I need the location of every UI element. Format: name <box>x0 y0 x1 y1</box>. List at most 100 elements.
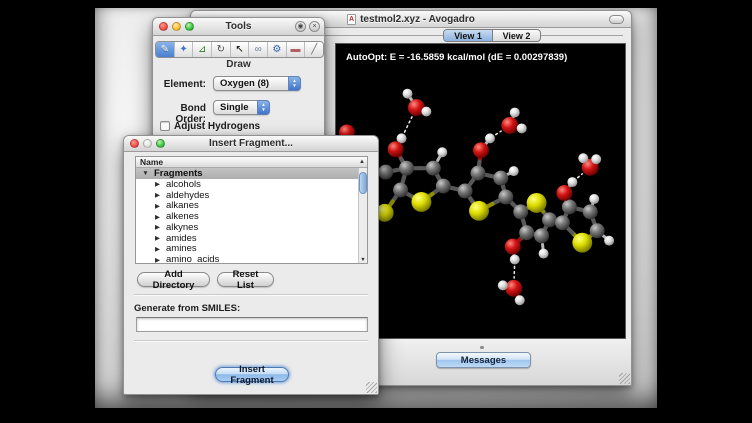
float-button[interactable]: ◉ <box>295 21 306 32</box>
bond-centric-tool[interactable]: ⊿ <box>193 42 212 57</box>
dropdown-stepper-icon: ▲▼ <box>257 100 270 115</box>
toolbar-toggle-button[interactable] <box>609 15 624 24</box>
zoom-light[interactable] <box>156 139 165 148</box>
atom-O <box>505 239 521 255</box>
document-icon: A <box>347 14 356 25</box>
tree-collapsed-icon[interactable]: ▶ <box>153 180 162 188</box>
atom-C <box>399 161 414 176</box>
fragment-tree-item[interactable]: ▶alkynes <box>136 222 358 233</box>
element-dropdown[interactable]: Oxygen (8) ▲▼ <box>213 76 301 91</box>
atom-O <box>556 185 572 201</box>
main-resize-grip[interactable] <box>619 373 630 384</box>
list-header[interactable]: Name ▲ <box>136 157 367 168</box>
minimize-light[interactable] <box>172 22 181 31</box>
auto-optimize-tool[interactable]: ⚙ <box>268 42 287 57</box>
atom-C <box>458 184 473 199</box>
list-scrollbar[interactable]: ▼ <box>358 168 367 263</box>
atom-C <box>555 215 570 230</box>
fragment-resize-grip[interactable] <box>366 382 377 393</box>
fragment-tree-item[interactable]: ▶alkenes <box>136 211 358 222</box>
divider <box>134 340 368 341</box>
close-button[interactable]: × <box>309 21 320 32</box>
messages-button[interactable]: Messages <box>436 352 531 368</box>
atom-H <box>539 249 549 259</box>
atom-C <box>498 190 513 205</box>
add-directory-button[interactable]: Add Directory <box>137 272 210 287</box>
fragment-tree-item[interactable]: ▶amides <box>136 233 358 244</box>
fragment-tree-item[interactable]: ▶alcohols <box>136 179 358 190</box>
align-tool[interactable]: ╱ <box>305 42 323 57</box>
measure-tool-icon: ▬ <box>291 45 301 55</box>
tree-collapsed-icon[interactable]: ▶ <box>153 256 162 264</box>
atom-H <box>517 123 527 133</box>
fragment-tree-item[interactable]: ▶ amino_acids <box>136 254 358 264</box>
tree-collapsed-icon[interactable]: ▶ <box>153 245 162 253</box>
tree-item-label: amines <box>166 243 197 254</box>
draw-tool[interactable]: ✎ <box>156 42 175 57</box>
atom-C <box>436 179 451 194</box>
insert-fragment-button[interactable]: Insert Fragment <box>215 367 289 382</box>
scrollbar-thumb[interactable] <box>359 172 367 194</box>
atom-H <box>510 108 520 118</box>
adjust-hydrogens-checkbox[interactable] <box>160 121 170 131</box>
smiles-input[interactable] <box>136 317 368 332</box>
atom-O <box>501 117 518 134</box>
tab-view-1[interactable]: View 1 <box>444 30 492 41</box>
atom-C <box>519 225 534 240</box>
atom-C <box>493 171 508 186</box>
close-light[interactable] <box>159 22 168 31</box>
fragment-titlebar[interactable]: Insert Fragment... <box>124 136 378 152</box>
tree-collapsed-icon[interactable]: ▶ <box>153 234 162 242</box>
sort-ascending-icon: ▲ <box>359 159 365 165</box>
fragment-tree-item[interactable]: ▶ amines <box>136 244 358 255</box>
manipulate-tool-icon: ∞ <box>255 45 262 55</box>
atom-H <box>591 154 601 164</box>
divider <box>134 294 368 295</box>
atom-C <box>542 212 557 227</box>
smiles-label: Generate from SMILES: <box>134 303 240 314</box>
insert-fragment-window: Insert Fragment... Name ▲ ▼Fragments▶alc… <box>123 135 379 395</box>
atom-H <box>515 295 525 305</box>
fragment-tree-item[interactable]: ▶ alkanes <box>136 200 358 211</box>
auto-rotate-tool[interactable]: ↻ <box>212 42 231 57</box>
element-label: Element: <box>153 79 206 90</box>
navigate-tool[interactable]: ✦ <box>175 42 194 57</box>
atom-H <box>578 153 588 163</box>
tree-collapsed-icon[interactable]: ▶ <box>153 191 162 199</box>
element-dropdown-value: Oxygen (8) <box>220 78 269 89</box>
measure-tool[interactable]: ▬ <box>287 42 306 57</box>
fragment-list: Name ▲ ▼Fragments▶alcohols▶aldehydes▶alk… <box>135 156 368 264</box>
reset-list-button[interactable]: Reset List <box>217 272 274 287</box>
scroll-down-icon[interactable]: ▼ <box>359 257 367 263</box>
atom-S <box>572 233 592 253</box>
tools-window-lights <box>159 18 194 35</box>
dropdown-stepper-icon: ▲▼ <box>288 76 301 91</box>
manipulate-tool[interactable]: ∞ <box>249 42 268 57</box>
atom-C <box>378 165 393 180</box>
tree-collapsed-icon[interactable]: ▶ <box>153 213 162 221</box>
selection-tool[interactable]: ↖ <box>231 42 250 57</box>
atom-H <box>421 107 431 117</box>
atom-O <box>505 280 522 297</box>
fragment-tree-item[interactable]: ▶aldehydes <box>136 190 358 201</box>
atom-H <box>485 133 495 143</box>
tools-window-title: Tools <box>226 21 252 32</box>
tree-collapsed-icon[interactable]: ▶ <box>153 223 162 231</box>
align-tool-icon: ╱ <box>311 45 317 55</box>
tab-view-2[interactable]: View 2 <box>492 30 540 41</box>
splitter-handle[interactable] <box>480 346 484 349</box>
fragment-tree-root[interactable]: ▼Fragments <box>136 168 358 179</box>
tree-collapsed-icon[interactable]: ▶ <box>153 202 162 210</box>
zoom-light[interactable] <box>185 22 194 31</box>
atom-H <box>509 166 519 176</box>
tree-item-label: alkanes <box>166 200 199 211</box>
autoopt-status-text: AutoOpt: E = -16.5859 kcal/mol (dE = 0.0… <box>346 52 567 63</box>
bond-order-dropdown[interactable]: Single ▲▼ <box>213 100 270 115</box>
auto-optimize-tool-icon: ⚙ <box>272 45 281 55</box>
atom-C <box>393 183 408 198</box>
tree-item-label: amino_acids <box>166 254 219 264</box>
fragment-tree: ▼Fragments▶alcohols▶aldehydes▶alkanes▶al… <box>136 168 358 263</box>
tools-titlebar[interactable]: Tools ◉× <box>153 18 324 36</box>
tree-expanded-icon[interactable]: ▼ <box>141 170 150 177</box>
close-light[interactable] <box>130 139 139 148</box>
